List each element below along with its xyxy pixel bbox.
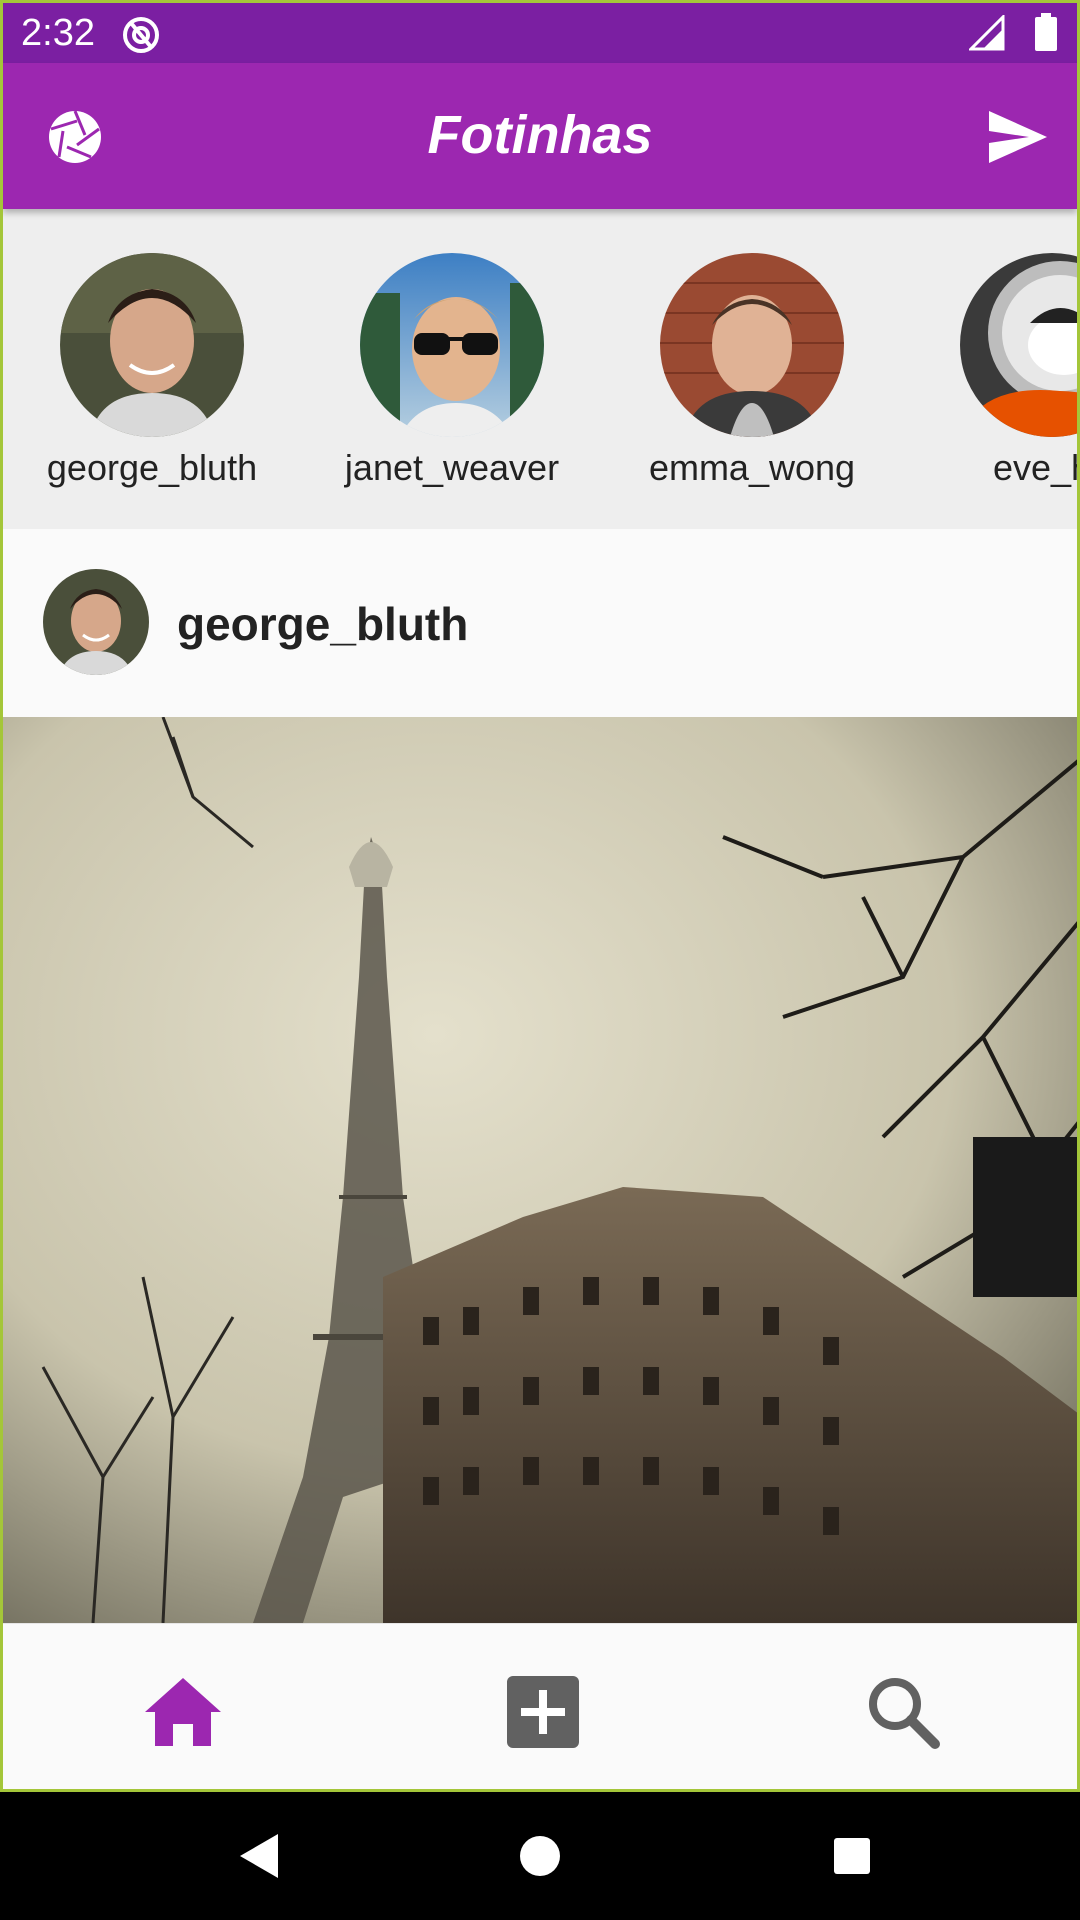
app-notification-icon [123, 17, 159, 53]
post-author-avatar[interactable] [43, 569, 149, 675]
story-username: janet_weaver [344, 447, 560, 488]
story-item[interactable]: janet_weaver [322, 253, 582, 489]
cell-signal-icon [969, 15, 1005, 51]
app-screen: 2:32 Fotinhas george_bluth janet_weaver … [0, 0, 1080, 1792]
post-author-username[interactable]: george_bluth [177, 599, 468, 649]
story-item[interactable]: emma_wong [622, 253, 882, 489]
recents-icon[interactable] [824, 1828, 880, 1884]
bottom-navigation [3, 1623, 1077, 1789]
status-time: 2:32 [21, 12, 95, 54]
post-image [3, 717, 1077, 1623]
story-avatar[interactable] [60, 253, 244, 437]
story-username: eve_ho [992, 447, 1077, 488]
stories-row[interactable]: george_bluth janet_weaver emma_wong eve_ [3, 209, 1077, 529]
app-bar: Fotinhas [3, 63, 1077, 209]
home-button-icon[interactable] [512, 1828, 568, 1884]
search-icon[interactable] [861, 1674, 945, 1750]
add-box-icon[interactable] [501, 1674, 585, 1750]
system-navigation-bar [0, 1792, 1080, 1920]
battery-icon [1035, 13, 1057, 51]
post-photo[interactable] [3, 717, 1077, 1623]
home-icon[interactable] [141, 1674, 225, 1750]
story-avatar[interactable] [960, 253, 1077, 437]
back-icon[interactable] [232, 1828, 288, 1884]
story-avatar[interactable] [660, 253, 844, 437]
story-item[interactable]: george_bluth [22, 253, 282, 489]
app-title: Fotinhas [427, 105, 653, 165]
post-header: george_bluth [3, 529, 1077, 717]
story-item[interactable]: eve_ho [922, 253, 1077, 489]
status-bar: 2:32 [3, 3, 1077, 63]
send-icon[interactable] [987, 109, 1049, 165]
story-avatar[interactable] [360, 253, 544, 437]
story-username: emma_wong [648, 447, 856, 488]
story-username: george_bluth [46, 447, 258, 488]
